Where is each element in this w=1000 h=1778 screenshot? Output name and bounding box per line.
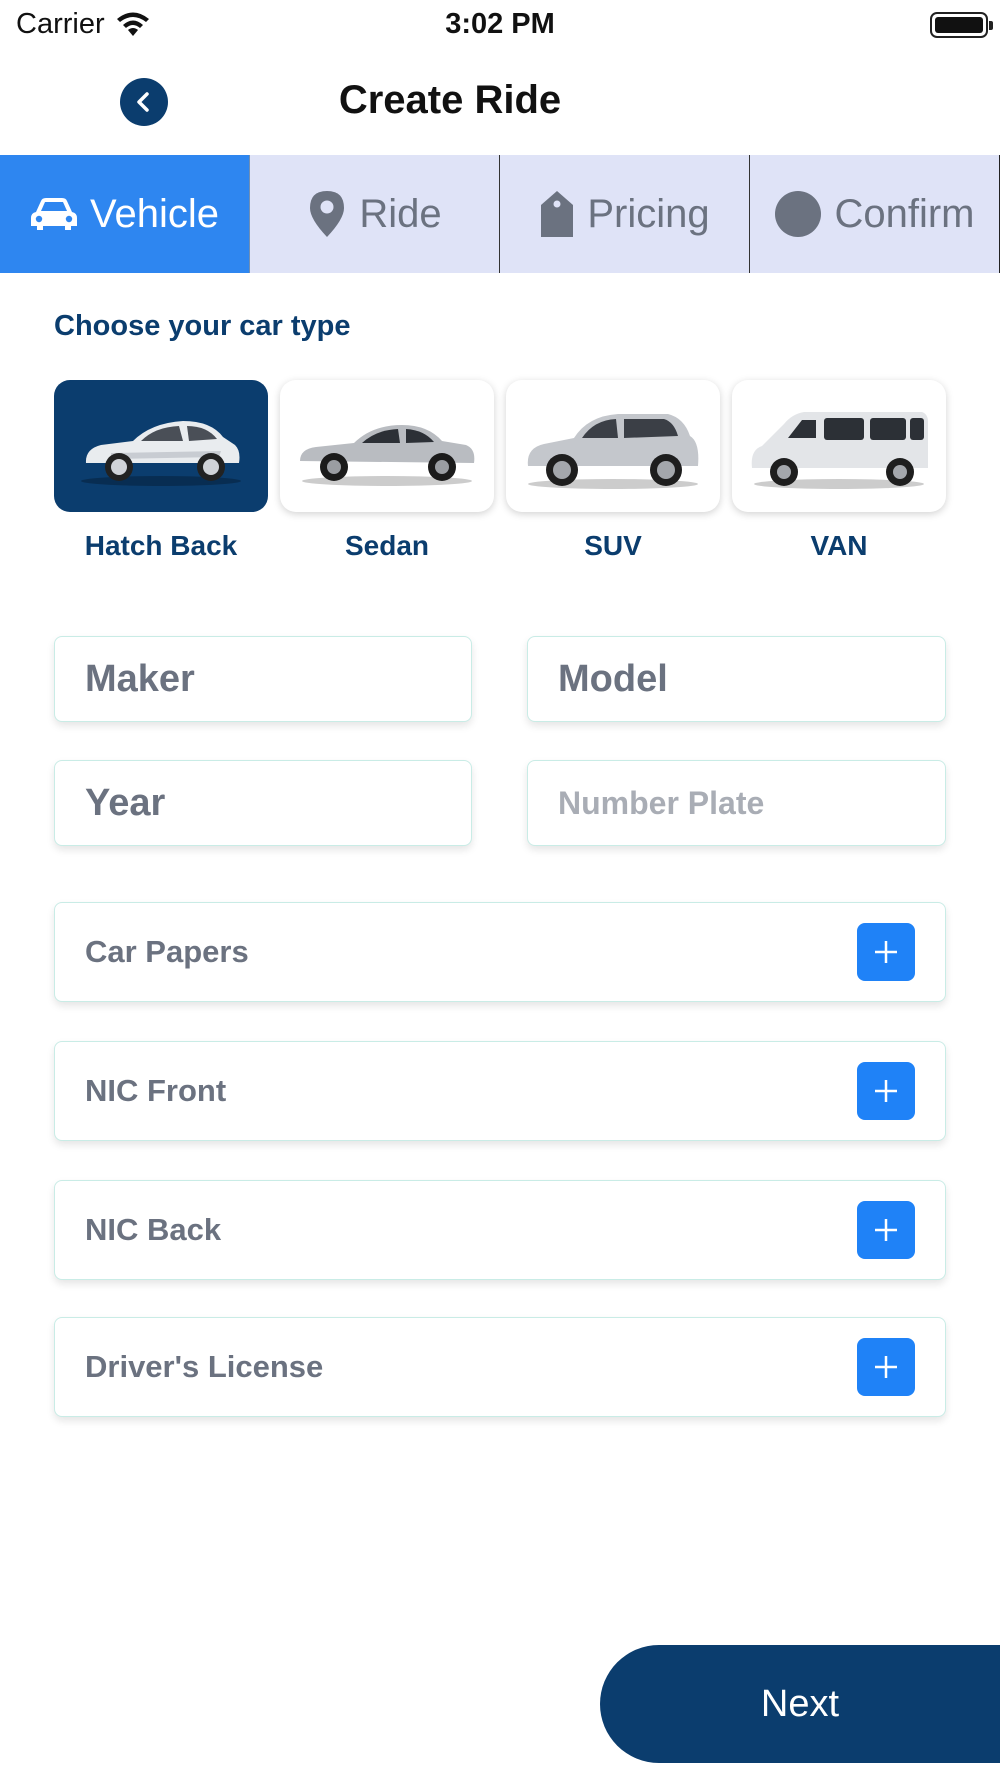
next-button[interactable]: Next — [600, 1645, 1000, 1763]
add-car-papers-button[interactable] — [857, 923, 915, 981]
tab-vehicle[interactable]: Vehicle — [0, 155, 250, 273]
car-type-card — [54, 380, 268, 512]
add-nic-back-button[interactable] — [857, 1201, 915, 1259]
upload-car-papers[interactable]: Car Papers — [54, 902, 946, 1002]
plus-icon — [875, 1356, 897, 1378]
tab-confirm[interactable]: Confirm — [750, 155, 1000, 273]
car-type-suv[interactable]: SUV — [506, 380, 720, 562]
nav-bar: Create Ride — [0, 56, 1000, 156]
car-type-card — [506, 380, 720, 512]
upload-drivers-license[interactable]: Driver's License — [54, 1317, 946, 1417]
car-type-label: SUV — [584, 530, 642, 561]
tab-vehicle-label: Vehicle — [90, 191, 219, 236]
car-type-card — [732, 380, 946, 512]
sedan-car-icon — [300, 425, 475, 486]
car-type-selector: Hatch Back Sedan SUV VAN — [54, 380, 954, 562]
upload-label: NIC Back — [85, 1212, 222, 1247]
car-type-card — [280, 380, 494, 512]
status-bar: Carrier 3:02 PM — [0, 0, 1000, 52]
van-icon — [751, 412, 928, 489]
car-type-van[interactable]: VAN — [732, 380, 946, 562]
upload-nic-back[interactable]: NIC Back — [54, 1180, 946, 1280]
step-tabs: Vehicle Ride Pricing Confirm — [0, 155, 1000, 273]
upload-label: Driver's License — [85, 1349, 324, 1384]
tab-pricing[interactable]: Pricing — [500, 155, 750, 273]
page-title: Create Ride — [338, 78, 562, 122]
add-drivers-license-button[interactable] — [857, 1338, 915, 1396]
upload-label: NIC Front — [85, 1073, 227, 1108]
car-type-label: VAN — [810, 530, 868, 561]
battery-icon — [930, 12, 993, 38]
tab-ride[interactable]: Ride — [250, 155, 500, 273]
car-type-label: Sedan — [344, 530, 430, 561]
maker-input[interactable] — [54, 636, 472, 722]
location-pin-icon — [310, 191, 345, 237]
add-nic-front-button[interactable] — [857, 1062, 915, 1120]
upload-label: Car Papers — [85, 934, 249, 969]
suv-car-icon — [527, 414, 699, 489]
year-input[interactable] — [54, 760, 472, 846]
car-type-hatchback[interactable]: Hatch Back — [54, 380, 268, 562]
status-time: 3:02 PM — [445, 8, 555, 40]
tab-ride-label: Ride — [359, 191, 442, 236]
car-icon — [31, 198, 77, 230]
tab-confirm-label: Confirm — [834, 191, 975, 236]
price-tag-icon — [541, 191, 574, 237]
car-type-heading: Choose your car type — [54, 310, 351, 342]
upload-nic-front[interactable]: NIC Front — [54, 1041, 946, 1141]
plus-icon — [875, 1219, 897, 1241]
car-type-sedan[interactable]: Sedan — [280, 380, 494, 562]
hatchback-car-icon — [81, 421, 241, 486]
number-plate-input[interactable] — [527, 760, 946, 846]
plus-icon — [875, 941, 897, 963]
car-type-label: Hatch Back — [84, 530, 238, 561]
tab-pricing-label: Pricing — [587, 191, 710, 236]
model-input[interactable] — [527, 636, 946, 722]
plus-icon — [875, 1080, 897, 1102]
circle-icon — [775, 191, 822, 237]
